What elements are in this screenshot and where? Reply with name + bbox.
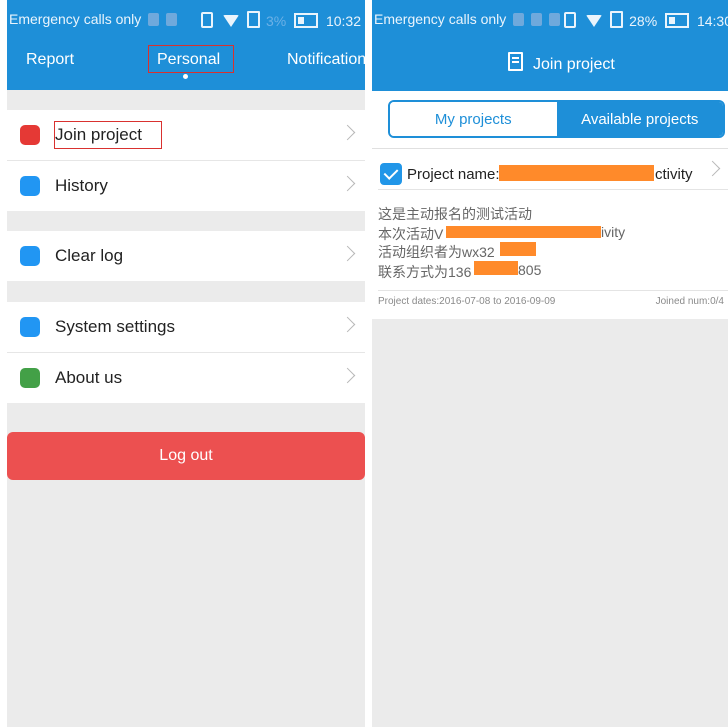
- vibrate-icon: [564, 12, 577, 28]
- menu-item-join-project[interactable]: Join project: [7, 110, 365, 160]
- bluetooth-icon: [531, 13, 543, 26]
- menu-item-system-settings[interactable]: System settings: [7, 302, 365, 352]
- project-segmented-control: My projects Available projects: [388, 100, 725, 138]
- tab-notification[interactable]: Notification: [287, 51, 365, 69]
- status-network-text: Emergency calls only: [9, 11, 142, 27]
- page-title: Join project: [533, 56, 615, 73]
- menu-item-history[interactable]: History: [7, 160, 365, 211]
- document-icon: [508, 52, 523, 71]
- project-contact-line: 联系方式为136: [378, 264, 472, 280]
- vibrate-icon: [201, 12, 214, 28]
- joined-count: Joined num:0/4: [655, 296, 724, 307]
- status-time: 10:32: [325, 13, 361, 29]
- project-desc-tail: ivity: [601, 224, 626, 240]
- segment-container: My projects Available projects: [372, 91, 728, 148]
- battery-percent: 28%: [629, 13, 658, 29]
- project-card[interactable]: Project name: ctivity 这是主动报名的测试活动 本次活动V …: [372, 148, 728, 319]
- image-icon: [548, 13, 560, 26]
- redaction-mark: [500, 242, 536, 256]
- chevron-right-icon: [704, 160, 721, 177]
- project-organizer-line: 活动组织者为wx32: [378, 244, 495, 260]
- chevron-right-icon: [339, 367, 356, 384]
- menu-item-label: System settings: [55, 317, 175, 336]
- project-contact-tail: 805: [518, 262, 542, 278]
- clipboard-icon: [20, 176, 40, 196]
- status-time: 14:30: [696, 13, 728, 29]
- project-desc-line: 这是主动报名的测试活动: [378, 206, 532, 222]
- battery-icon: [294, 13, 319, 28]
- checkbox-checked-icon[interactable]: [380, 163, 402, 185]
- tab-my-projects[interactable]: My projects: [390, 102, 557, 136]
- info-icon: [20, 368, 40, 388]
- menu-group-settings: System settings About us: [7, 302, 365, 403]
- tab-report[interactable]: Report: [26, 51, 74, 69]
- app-header: Emergency calls only 28% 14:30 Join proj…: [372, 0, 728, 91]
- redaction-mark: [474, 261, 518, 275]
- redaction-mark: [446, 226, 601, 238]
- status-network-text: Emergency calls only: [374, 11, 507, 27]
- join-project-highlight-box: [54, 121, 162, 149]
- menu-group-log: Clear log: [7, 231, 365, 281]
- trash-icon: [20, 246, 40, 266]
- chevron-right-icon: [339, 316, 356, 333]
- status-bar: Emergency calls only 3% 10:32: [7, 0, 365, 38]
- chart-icon: [20, 125, 40, 145]
- usb-icon: [148, 13, 160, 26]
- project-desc-line: 本次活动V: [378, 226, 444, 242]
- redaction-mark: [499, 165, 654, 181]
- chevron-right-icon: [339, 175, 356, 192]
- personal-screen: Emergency calls only 3% 10:32 Report Per…: [7, 0, 365, 727]
- status-bar: Emergency calls only 28% 14:30: [372, 0, 728, 38]
- menu-item-about-us[interactable]: About us: [7, 352, 365, 403]
- wifi-icon: [586, 15, 603, 27]
- active-tab-indicator: [183, 74, 188, 79]
- usb-icon: [513, 13, 525, 26]
- menu-item-label: History: [55, 176, 108, 195]
- menu-item-clear-log[interactable]: Clear log: [7, 231, 365, 281]
- join-project-screen: Emergency calls only 28% 14:30 Join proj…: [372, 0, 728, 727]
- personal-tab-highlight-box: [148, 45, 234, 73]
- divider: [378, 290, 728, 291]
- tab-available-projects[interactable]: Available projects: [556, 102, 723, 136]
- chevron-right-icon: [339, 245, 356, 262]
- project-name-tail: ctivity: [655, 166, 693, 183]
- screen-title-bar: Join project: [372, 38, 728, 90]
- project-dates: Project dates:2016-07-08 to 2016-09-09: [378, 296, 556, 307]
- menu-item-label: About us: [55, 368, 123, 387]
- battery-icon: [665, 13, 690, 28]
- project-name-label: Project name:: [407, 166, 500, 183]
- menu-item-label: Clear log: [55, 246, 124, 265]
- divider: [378, 189, 728, 190]
- battery-percent: 3%: [265, 13, 287, 29]
- sim-icon: [610, 11, 624, 28]
- wifi-icon: [223, 15, 240, 27]
- settings-icon: [20, 317, 40, 337]
- menu-group-project: Join project History: [7, 110, 365, 211]
- bluetooth-icon: [166, 13, 178, 26]
- sim-icon: [247, 11, 261, 28]
- app-header: Emergency calls only 3% 10:32 Report Per…: [7, 0, 365, 90]
- logout-button[interactable]: Log out: [7, 432, 365, 480]
- chevron-right-icon: [339, 124, 356, 141]
